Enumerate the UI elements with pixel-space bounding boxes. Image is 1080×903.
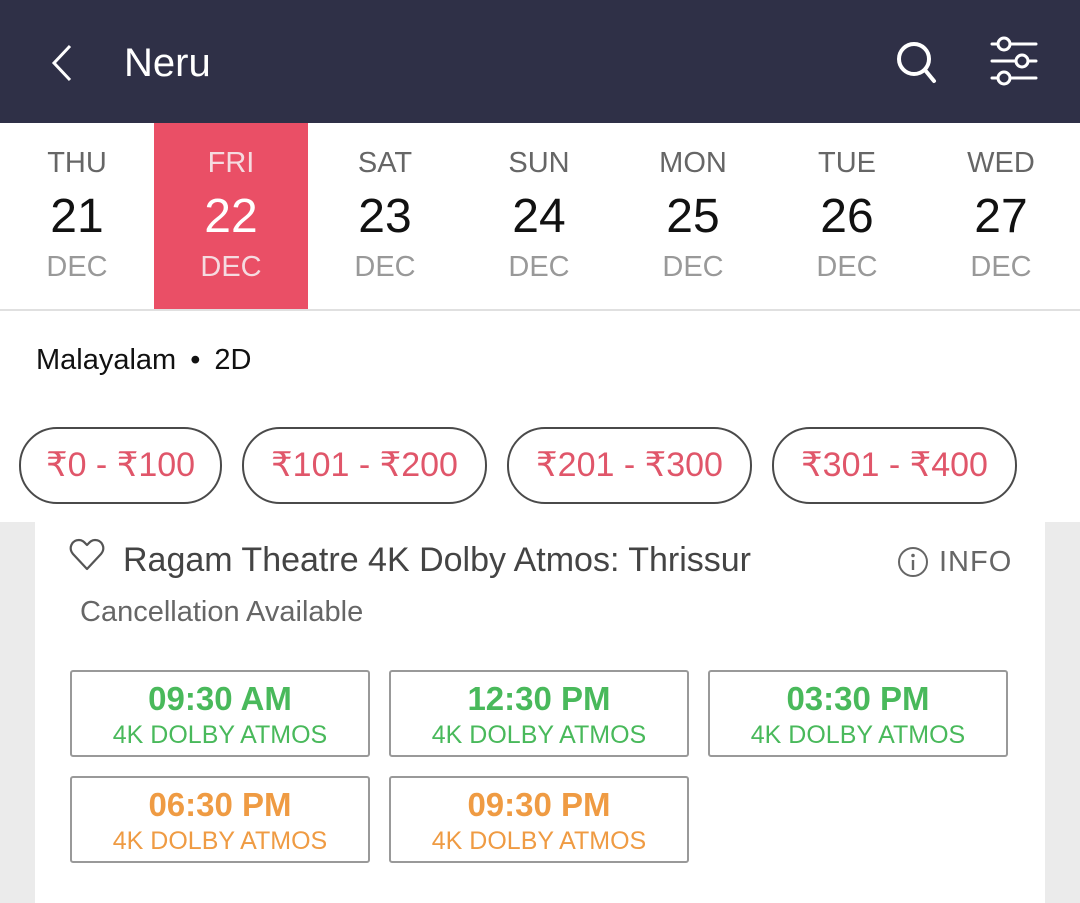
date-item-mon-25[interactable]: MON 25 DEC [616, 123, 770, 309]
date-item-tue-26[interactable]: TUE 26 DEC [770, 123, 924, 309]
date-day: 24 [512, 190, 566, 243]
showtime-time: 06:30 PM [148, 786, 292, 823]
chevron-left-icon [51, 44, 72, 82]
date-month: DEC [46, 251, 108, 283]
format-label: 2D [214, 344, 252, 376]
showtime-format: 4K DOLBY ATMOS [431, 721, 647, 749]
date-month: DEC [816, 251, 878, 283]
date-weekday: WED [967, 147, 1035, 179]
date-item-thu-21[interactable]: THU 21 DEC [0, 123, 154, 309]
info-label: INFO [939, 545, 1013, 578]
language-label: Malayalam [36, 344, 177, 376]
theatre-card: Ragam Theatre 4K Dolby Atmos: Thrissur I… [35, 522, 1045, 903]
back-button[interactable] [40, 38, 86, 88]
showtime-button[interactable]: 09:30 PM 4K DOLBY ATMOS [389, 776, 689, 863]
showtime-button[interactable]: 06:30 PM 4K DOLBY ATMOS [70, 776, 370, 863]
cancellation-status: Cancellation Available [80, 596, 364, 628]
showtime-time: 09:30 PM [467, 786, 611, 823]
heart-icon [69, 538, 105, 571]
date-month: DEC [970, 251, 1032, 283]
language-format-label: Malayalam • 2D [36, 343, 251, 377]
showtime-time: 09:30 AM [148, 680, 292, 717]
theatre-name[interactable]: Ragam Theatre 4K Dolby Atmos: Thrissur [123, 539, 751, 581]
date-day: 23 [358, 190, 412, 243]
favorite-button[interactable] [69, 538, 105, 572]
showtime-time: 12:30 PM [467, 680, 611, 717]
showtime-format: 4K DOLBY ATMOS [431, 827, 647, 855]
date-weekday: SUN [508, 147, 570, 179]
date-day: 27 [974, 190, 1028, 243]
date-weekday: FRI [207, 147, 255, 179]
date-month: DEC [662, 251, 724, 283]
date-day: 26 [820, 190, 874, 243]
date-item-fri-22[interactable]: FRI 22 DEC [154, 123, 308, 309]
price-filter-chip-101-200[interactable]: ₹101 - ₹200 [242, 427, 487, 504]
date-item-wed-27[interactable]: WED 27 DEC [924, 123, 1078, 309]
date-month: DEC [354, 251, 416, 283]
date-weekday: TUE [818, 147, 876, 179]
showtime-button[interactable]: 12:30 PM 4K DOLBY ATMOS [389, 670, 689, 757]
date-month: DEC [200, 251, 262, 283]
date-day: 25 [666, 190, 720, 243]
date-selector: THU 21 DEC FRI 22 DEC SAT 23 DEC SUN 24 … [0, 123, 1080, 311]
showtime-time: 03:30 PM [786, 680, 930, 717]
page-title: Neru [124, 41, 211, 85]
date-weekday: MON [659, 147, 727, 179]
date-day: 21 [50, 190, 104, 243]
date-weekday: THU [47, 147, 107, 179]
search-button[interactable] [890, 34, 944, 88]
separator-dot: • [190, 344, 201, 376]
price-filter-chip-301-400[interactable]: ₹301 - ₹400 [772, 427, 1017, 504]
showtime-format: 4K DOLBY ATMOS [112, 721, 328, 749]
search-icon [897, 42, 936, 83]
date-month: DEC [508, 251, 570, 283]
date-item-sat-23[interactable]: SAT 23 DEC [308, 123, 462, 309]
info-icon [898, 547, 928, 577]
language-format-bar: Malayalam • 2D [0, 311, 1080, 407]
price-filter-chip-0-100[interactable]: ₹0 - ₹100 [19, 427, 222, 504]
app-header: Neru [0, 0, 1080, 123]
showtime-format: 4K DOLBY ATMOS [112, 827, 328, 855]
showtime-button[interactable]: 03:30 PM 4K DOLBY ATMOS [708, 670, 1008, 757]
price-filter-bar: ₹0 - ₹100 ₹101 - ₹200 ₹201 - ₹300 ₹301 -… [0, 407, 1080, 522]
date-item-sun-24[interactable]: SUN 24 DEC [462, 123, 616, 309]
showtime-button[interactable]: 09:30 AM 4K DOLBY ATMOS [70, 670, 370, 757]
filter-button[interactable] [984, 34, 1044, 88]
price-filter-chip-201-300[interactable]: ₹201 - ₹300 [507, 427, 752, 504]
date-day: 22 [204, 190, 258, 243]
info-button[interactable]: INFO [897, 542, 1012, 582]
date-weekday: SAT [357, 147, 413, 179]
showtime-format: 4K DOLBY ATMOS [750, 721, 966, 749]
sliders-icon [990, 36, 1038, 86]
